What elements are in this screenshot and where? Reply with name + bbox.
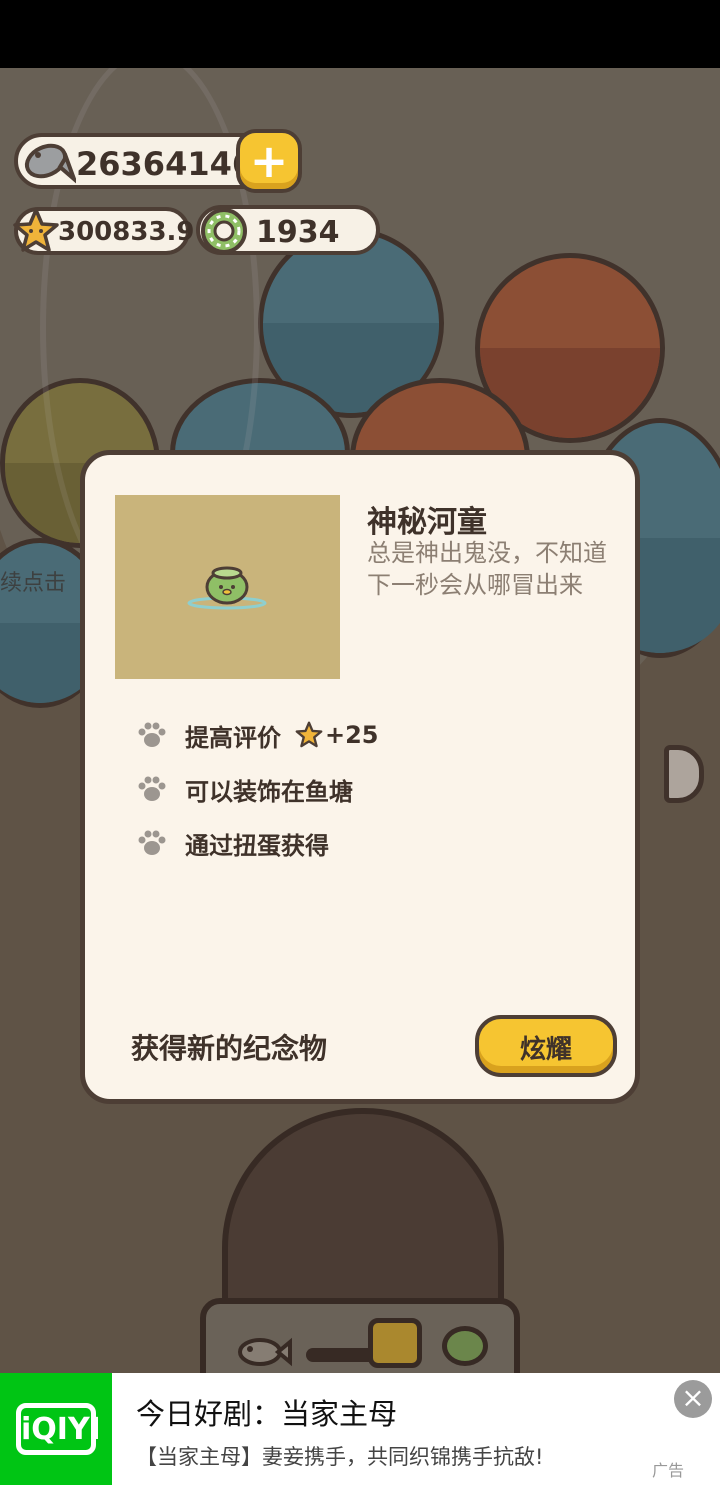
ad-logo[interactable]: iQIYI <box>0 1373 112 1485</box>
add-fish-button[interactable]: + <box>236 129 302 193</box>
item-description: 总是神出鬼没，不知道下一秒会从哪冒出来 <box>367 539 607 599</box>
ad-banner[interactable]: iQIYI 今日好剧：当家主母 【当家主母】妻妾携手，共同织锦携手抗敌! × 广… <box>0 1373 720 1485</box>
ad-close-button[interactable]: × <box>674 1380 712 1418</box>
star-icon <box>295 721 323 748</box>
ad-tag: 广告 <box>652 1461 685 1480</box>
item-name: 神秘河童 <box>367 505 487 540</box>
feature-rating: 提高评价 +25 <box>137 717 379 753</box>
paw-icon <box>138 776 166 801</box>
paw-icon <box>138 830 166 855</box>
rating-bonus-value: +25 <box>325 721 379 749</box>
obtained-label: 获得新的纪念物 <box>131 1032 328 1065</box>
ad-title[interactable]: 今日好剧：当家主母 <box>136 1391 397 1433</box>
ad-logo-frame: iQIYI <box>16 1403 101 1455</box>
paw-icon <box>138 722 166 747</box>
star-currency: 300833.9 <box>13 207 195 255</box>
star-icon <box>13 208 59 252</box>
ad-logo-text: iQIYI <box>21 1412 101 1447</box>
feature-text: 提高评价 <box>185 723 281 752</box>
kappa-icon <box>187 566 267 610</box>
status-bar <box>0 0 720 68</box>
rating-bonus: +25 <box>295 721 379 749</box>
star-count: 300833.9 <box>58 217 195 247</box>
show-off-label: 炫耀 <box>519 1035 572 1065</box>
souvenir-dialog: 神秘河童 总是神出鬼没，不知道下一秒会从哪冒出来 提高评价 +25 可以装饰在鱼… <box>80 450 640 1104</box>
ring-count: 1934 <box>256 215 340 250</box>
feature-decoration: 可以装饰在鱼塘 <box>137 771 353 807</box>
feature-source: 通过扭蛋获得 <box>137 825 329 861</box>
plus-icon: + <box>249 134 289 188</box>
feature-text: 通过扭蛋获得 <box>185 831 329 860</box>
show-off-button[interactable]: 炫耀 <box>475 1015 617 1077</box>
ad-subtitle[interactable]: 【当家主母】妻妾携手，共同织锦携手抗敌! <box>136 1441 543 1471</box>
feature-text: 可以装饰在鱼塘 <box>185 777 353 806</box>
close-icon: × <box>681 1381 705 1414</box>
item-image <box>115 495 340 679</box>
fish-count: 26364146 <box>76 145 255 183</box>
ring-icon <box>201 208 247 254</box>
ring-currency: 1934 <box>196 205 380 255</box>
fish-icon <box>24 143 76 184</box>
